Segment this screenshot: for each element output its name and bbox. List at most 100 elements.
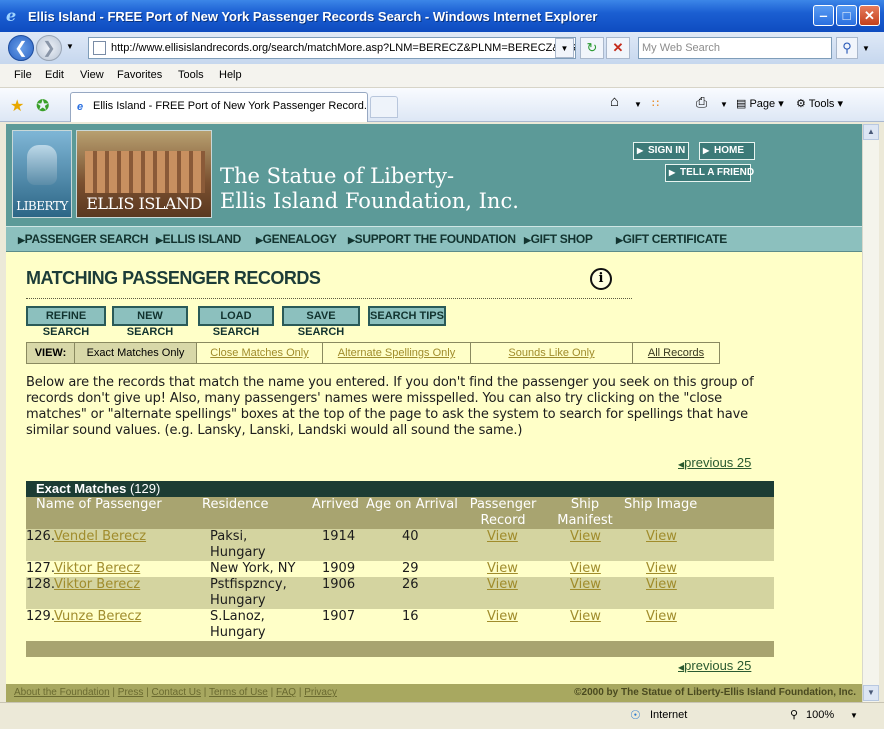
footer-links: About the Foundation | Press | Contact U… [14, 687, 337, 698]
view-record-link[interactable]: View [487, 609, 518, 625]
view-image-link[interactable]: View [646, 609, 677, 625]
scroll-down-icon[interactable]: ▼ [863, 685, 879, 701]
page-menu[interactable]: ▤ Page ▾ [736, 97, 784, 110]
nav-gift-shop[interactable]: GIFT SHOP [524, 232, 593, 246]
address-field[interactable]: http://www.ellisislandrecords.org/search… [88, 37, 576, 59]
col-ship-image: Ship Image [624, 497, 698, 512]
home-button[interactable]: HOME [699, 142, 755, 160]
tab-favicon-icon: e [77, 101, 84, 113]
save-search-button[interactable]: SAVE SEARCH [282, 306, 360, 338]
address-dropdown-button[interactable]: ▼ [555, 38, 574, 58]
menu-edit[interactable]: Edit [45, 69, 64, 81]
view-manifest-link[interactable]: View [570, 529, 601, 545]
menu-view[interactable]: View [80, 69, 104, 81]
new-tab-button[interactable] [370, 96, 398, 118]
info-icon[interactable]: i [590, 268, 612, 290]
nav-ellis-island[interactable]: ELLIS ISLAND [156, 232, 242, 246]
minimize-button[interactable]: ‒ [813, 5, 834, 26]
feeds-icon[interactable]: ∷ [652, 97, 659, 110]
previous-25-link-bottom[interactable]: previous 25 [678, 658, 751, 673]
group-header: Exact Matches (129) [26, 481, 774, 497]
back-button[interactable]: ❮ [8, 35, 34, 61]
nav-passenger-search[interactable]: PASSENGER SEARCH [18, 232, 149, 246]
zoom-icon: ⚲ [790, 709, 799, 721]
home-dropdown-icon[interactable]: ▼ [634, 100, 642, 109]
col-ship-manifest: Ship Manifest [557, 497, 613, 528]
passenger-name-link[interactable]: Vunze Berecz [54, 609, 141, 625]
page-menu-icon: ▤ [736, 98, 750, 110]
nav-gift-certificate[interactable]: GIFT CERTIFICATE [616, 232, 728, 246]
refine-search-button[interactable]: REFINE SEARCH [26, 306, 106, 338]
view-manifest-link[interactable]: View [570, 609, 601, 625]
search-input[interactable]: My Web Search [638, 37, 832, 59]
footer-link-faq[interactable]: FAQ [276, 687, 296, 698]
view-manifest-link[interactable]: View [570, 577, 601, 593]
table-row: 127. Viktor Berecz New York, NY 1909 29 … [26, 561, 774, 577]
history-dropdown-icon[interactable]: ▼ [66, 42, 74, 51]
search-tips-button[interactable]: SEARCH TIPS [368, 306, 446, 326]
tab-ellis-island[interactable]: e Ellis Island - FREE Port of New York P… [70, 92, 368, 122]
view-image-link[interactable]: View [646, 577, 677, 593]
previous-25-link-top[interactable]: previous 25 [678, 455, 751, 470]
col-age: Age on Arrival [366, 497, 458, 512]
col-name: Name of Passenger [36, 497, 162, 512]
tab-bar: ★ ✪ e Ellis Island - FREE Port of New Yo… [0, 88, 884, 122]
address-toolbar: ❮ ❯ ▼ http://www.ellisislandrecords.org/… [0, 32, 884, 64]
status-bar: ☉ Internet ⚲ 100% ▼ [0, 702, 884, 729]
refresh-icon[interactable]: ↻ [580, 37, 604, 59]
new-search-button[interactable]: NEW SEARCH [112, 306, 188, 338]
view-exact-matches[interactable]: Exact Matches Only [75, 343, 197, 363]
favorites-star-icon[interactable]: ★ [10, 96, 24, 116]
table-row: 128. Viktor Berecz Pstfispzncy, Hungary … [26, 577, 774, 609]
print-icon[interactable]: ⎙ [696, 94, 707, 111]
print-dropdown-icon[interactable]: ▼ [720, 100, 728, 109]
view-image-link[interactable]: View [646, 529, 677, 545]
search-icon[interactable]: ⚲ [836, 37, 858, 59]
security-zone: Internet [650, 709, 688, 721]
view-alternate-spellings[interactable]: Alternate Spellings Only [323, 343, 471, 363]
search-options-icon[interactable]: ▼ [862, 44, 870, 53]
footer-link-press[interactable]: Press [118, 687, 144, 698]
view-sounds-like[interactable]: Sounds Like Only [471, 343, 633, 363]
results-description: Below are the records that match the nam… [26, 375, 754, 438]
nav-support-foundation[interactable]: SUPPORT THE FOUNDATION [348, 232, 516, 246]
view-record-link[interactable]: View [487, 529, 518, 545]
footer-link-contact[interactable]: Contact Us [152, 687, 201, 698]
menu-help[interactable]: Help [219, 69, 242, 81]
menu-tools[interactable]: Tools [178, 69, 204, 81]
view-all-records[interactable]: All Records [633, 343, 719, 363]
view-record-link[interactable]: View [487, 561, 518, 577]
maximize-button[interactable]: □ [836, 5, 857, 26]
liberty-logo[interactable]: LIBERTY [12, 130, 72, 218]
footer-link-privacy[interactable]: Privacy [304, 687, 337, 698]
close-window-button[interactable]: ✕ [859, 5, 880, 26]
view-close-matches[interactable]: Close Matches Only [197, 343, 323, 363]
view-record-link[interactable]: View [487, 577, 518, 593]
tools-menu[interactable]: ⚙ Tools ▾ [796, 97, 843, 110]
forward-button[interactable]: ❯ [36, 35, 62, 61]
copyright: ©2000 by The Statue of Liberty-Ellis Isl… [574, 687, 856, 698]
stop-icon[interactable]: ✕ [606, 37, 630, 59]
footer-link-about[interactable]: About the Foundation [14, 687, 110, 698]
view-manifest-link[interactable]: View [570, 561, 601, 577]
zoom-level[interactable]: 100% [806, 709, 834, 721]
view-label: VIEW: [27, 343, 75, 363]
view-image-link[interactable]: View [646, 561, 677, 577]
tell-a-friend-button[interactable]: TELL A FRIEND [665, 164, 754, 182]
page-icon [93, 41, 106, 55]
passenger-name-link[interactable]: Viktor Berecz [54, 561, 140, 577]
scroll-up-icon[interactable]: ▲ [863, 124, 879, 140]
sign-in-button[interactable]: SIGN IN [633, 142, 689, 160]
ellis-island-logo[interactable]: ELLIS ISLAND [76, 130, 212, 218]
footer-link-terms[interactable]: Terms of Use [209, 687, 268, 698]
add-favorites-icon[interactable]: ✪ [36, 96, 49, 116]
menu-favorites[interactable]: Favorites [117, 69, 162, 81]
load-search-button[interactable]: LOAD SEARCH [198, 306, 274, 338]
zoom-dropdown-icon[interactable]: ▼ [850, 711, 858, 720]
passenger-name-link[interactable]: Vendel Berecz [54, 529, 146, 545]
nav-genealogy[interactable]: GENEALOGY [256, 232, 337, 246]
home-icon[interactable]: ⌂ [610, 93, 619, 110]
vertical-scrollbar[interactable]: ▲ ▼ [862, 124, 879, 702]
menu-file[interactable]: File [14, 69, 32, 81]
passenger-name-link[interactable]: Viktor Berecz [54, 577, 140, 593]
